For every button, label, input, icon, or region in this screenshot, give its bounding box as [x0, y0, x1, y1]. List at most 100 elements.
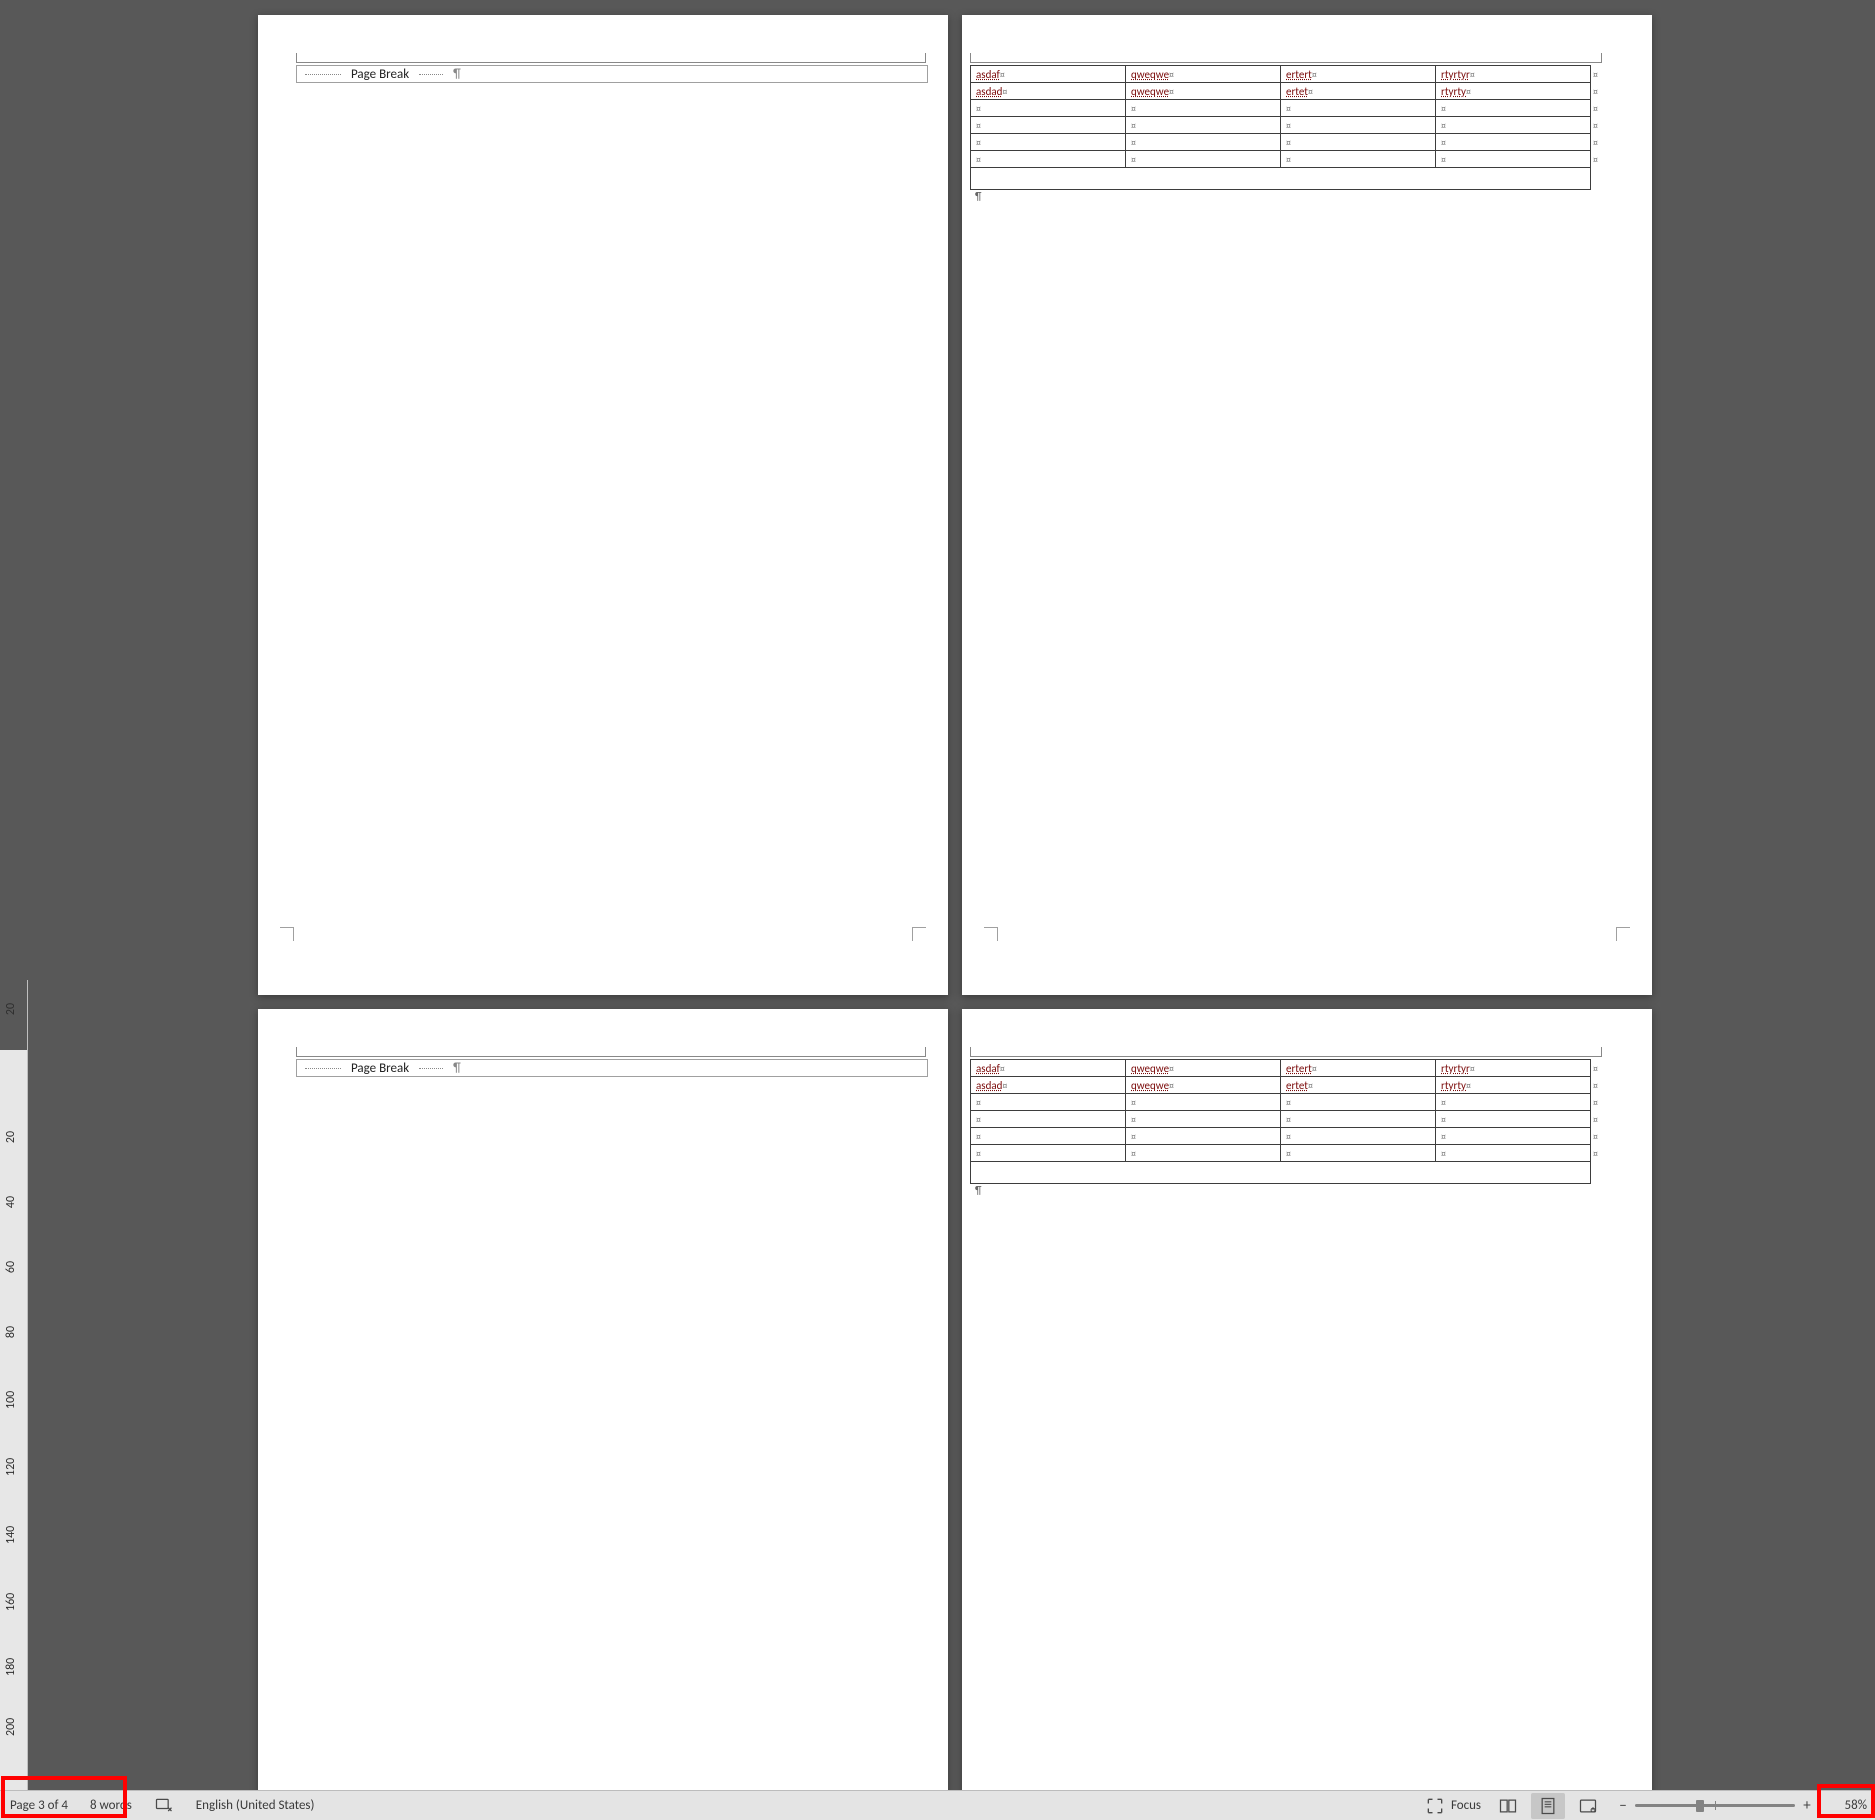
- table-cell[interactable]: rtyrty¤: [1436, 83, 1591, 100]
- table-cell[interactable]: asdaf¤: [971, 1060, 1126, 1077]
- table-cell[interactable]: ertert¤: [1281, 66, 1436, 83]
- page-content[interactable]: Page Break ¶: [296, 65, 926, 83]
- table-cell[interactable]: ¤: [1281, 117, 1436, 134]
- zoom-slider[interactable]: − +: [1611, 1797, 1819, 1815]
- table-cell[interactable]: ¤: [1281, 1111, 1436, 1128]
- cell-end-mark: ¤: [976, 102, 981, 115]
- table-cell[interactable]: ¤: [1126, 1111, 1281, 1128]
- table-cell[interactable]: ¤: [1126, 100, 1281, 117]
- status-bar: Page 3 of 4 8 words English (United Stat…: [0, 1790, 1875, 1820]
- cell-end-mark: ¤: [1312, 1062, 1317, 1075]
- table-cell[interactable]: ¤: [971, 100, 1126, 117]
- zoom-thumb[interactable]: [1696, 1800, 1704, 1812]
- document-table[interactable]: asdaf¤qweqwe¤ertert¤rtyrtyr¤¤asdad¤qweqw…: [970, 65, 1603, 190]
- table-cell[interactable]: ¤: [1281, 100, 1436, 117]
- table-cell[interactable]: ¤: [1436, 1128, 1591, 1145]
- table-cell[interactable]: ¤: [971, 1094, 1126, 1111]
- table-cell[interactable]: ¤: [1126, 117, 1281, 134]
- table-trailing-row[interactable]: [971, 168, 1603, 190]
- table-cell[interactable]: ¤: [971, 1128, 1126, 1145]
- table-cell[interactable]: ¤: [1436, 1145, 1591, 1162]
- table-cell[interactable]: qweqwe¤: [1126, 83, 1281, 100]
- table-cell[interactable]: asdad¤: [971, 83, 1126, 100]
- table-cell[interactable]: ertet¤: [1281, 1077, 1436, 1094]
- table-cell[interactable]: [971, 168, 1591, 190]
- table-cell[interactable]: ertet¤: [1281, 83, 1436, 100]
- table-cell[interactable]: ¤: [971, 151, 1126, 168]
- table-cell[interactable]: rtyrtyr¤: [1436, 66, 1591, 83]
- table-cell[interactable]: ¤: [1281, 134, 1436, 151]
- document-table[interactable]: asdaf¤qweqwe¤ertert¤rtyrtyr¤¤asdad¤qweqw…: [970, 1059, 1603, 1184]
- table-row[interactable]: asdaf¤qweqwe¤ertert¤rtyrtyr¤ ¤: [971, 1060, 1603, 1077]
- table-cell[interactable]: ¤: [1436, 134, 1591, 151]
- zoom-in-button[interactable]: +: [1799, 1797, 1815, 1815]
- table-cell[interactable]: ¤: [1436, 1094, 1591, 1111]
- focus-mode-button[interactable]: Focus: [1421, 1794, 1485, 1818]
- web-layout-button[interactable]: [1571, 1793, 1605, 1819]
- page-3[interactable]: Page Break ¶: [258, 1009, 948, 1790]
- table-cell[interactable]: ¤: [1281, 1094, 1436, 1111]
- table-cell[interactable]: qweqwe¤: [1126, 1077, 1281, 1094]
- table-cell[interactable]: ertert¤: [1281, 1060, 1436, 1077]
- table-row[interactable]: asdaf¤qweqwe¤ertert¤rtyrtyr¤¤: [971, 66, 1603, 83]
- table-row[interactable]: ¤¤¤¤¤: [971, 151, 1603, 168]
- table-cell[interactable]: ¤: [1126, 134, 1281, 151]
- table-cell[interactable]: qweqwe¤: [1126, 66, 1281, 83]
- table-trailing-row[interactable]: [971, 1162, 1603, 1184]
- table-cell[interactable]: ¤: [971, 134, 1126, 151]
- zoom-percent-button[interactable]: 58%: [1825, 1798, 1873, 1813]
- read-mode-button[interactable]: [1491, 1793, 1525, 1819]
- print-layout-button[interactable]: [1531, 1793, 1565, 1819]
- table-row[interactable]: ¤¤¤¤¤: [971, 1145, 1603, 1162]
- table-row[interactable]: asdad¤qweqwe¤ertet¤rtyrty¤¤: [971, 83, 1603, 100]
- table-cell[interactable]: ¤: [1126, 1128, 1281, 1145]
- table-cell[interactable]: qweqwe¤: [1126, 1060, 1281, 1077]
- table-row[interactable]: ¤¤¤¤¤: [971, 100, 1603, 117]
- table-row[interactable]: ¤¤¤¤¤: [971, 117, 1603, 134]
- table-row[interactable]: ¤¤¤¤¤: [971, 1111, 1603, 1128]
- page-2[interactable]: asdaf¤qweqwe¤ertert¤rtyrtyr¤¤asdad¤qweqw…: [962, 15, 1652, 995]
- table-row[interactable]: ¤¤¤¤¤: [971, 1094, 1603, 1111]
- table-cell[interactable]: ¤: [1281, 151, 1436, 168]
- page-content[interactable]: asdaf¤qweqwe¤ertert¤rtyrtyr¤¤asdad¤qweqw…: [970, 65, 1630, 203]
- zoom-track[interactable]: [1635, 1804, 1795, 1807]
- table-cell[interactable]: ¤: [971, 117, 1126, 134]
- cell-end-mark: ¤: [976, 1096, 981, 1109]
- page-break-bar[interactable]: Page Break ¶: [296, 1059, 928, 1077]
- cell-text: ertet: [1286, 1079, 1308, 1092]
- web-icon: [1578, 1796, 1598, 1816]
- page-content[interactable]: asdaf¤qweqwe¤ertert¤rtyrtyr¤¤asdad¤qweqw…: [970, 1059, 1630, 1197]
- document-surface[interactable]: Page Break ¶ asdaf¤qweqwe¤ertert¤rtyrtyr…: [28, 0, 1875, 1790]
- page-1[interactable]: Page Break ¶: [258, 15, 948, 995]
- word-count-indicator[interactable]: 8 words: [86, 1796, 136, 1815]
- table-cell[interactable]: ¤: [1281, 1145, 1436, 1162]
- table-row[interactable]: asdad¤qweqwe¤ertet¤rtyrty¤¤: [971, 1077, 1603, 1094]
- page-number-indicator[interactable]: Page 3 of 4: [6, 1796, 72, 1815]
- vertical-ruler[interactable]: 2020406080100120140160180200: [0, 980, 28, 1790]
- table-cell[interactable]: ¤: [1281, 1128, 1436, 1145]
- table-cell[interactable]: asdaf¤: [971, 66, 1126, 83]
- cell-text: qweqwe: [1131, 68, 1169, 81]
- table-cell[interactable]: ¤: [971, 1145, 1126, 1162]
- table-cell[interactable]: asdad¤: [971, 1077, 1126, 1094]
- table-cell[interactable]: rtyrty¤: [1436, 1077, 1591, 1094]
- spellcheck-button[interactable]: [150, 1794, 178, 1818]
- table-cell[interactable]: ¤: [1436, 1111, 1591, 1128]
- table-row[interactable]: ¤¤¤¤¤: [971, 134, 1603, 151]
- table-cell[interactable]: ¤: [1126, 1094, 1281, 1111]
- zoom-out-button[interactable]: −: [1615, 1797, 1631, 1815]
- page-break-bar[interactable]: Page Break ¶: [296, 65, 928, 83]
- page-content[interactable]: Page Break ¶: [296, 1059, 926, 1077]
- table-cell[interactable]: ¤: [1126, 151, 1281, 168]
- table-cell[interactable]: ¤: [1126, 1145, 1281, 1162]
- table-cell[interactable]: ¤: [1436, 100, 1591, 117]
- table-cell[interactable]: ¤: [1436, 151, 1591, 168]
- table-row[interactable]: ¤¤¤¤¤: [971, 1128, 1603, 1145]
- table-cell[interactable]: rtyrtyr¤: [1436, 1060, 1591, 1077]
- table-cell[interactable]: [971, 1162, 1591, 1184]
- language-indicator[interactable]: English (United States): [192, 1796, 319, 1815]
- table-cell[interactable]: ¤: [971, 1111, 1126, 1128]
- page-break-rule-left: [305, 74, 341, 75]
- table-cell[interactable]: ¤: [1436, 117, 1591, 134]
- page-4[interactable]: asdaf¤qweqwe¤ertert¤rtyrtyr¤¤asdad¤qweqw…: [962, 1009, 1652, 1790]
